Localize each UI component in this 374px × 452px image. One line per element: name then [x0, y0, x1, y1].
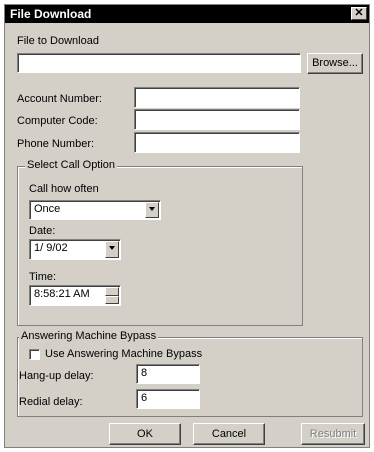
call-how-often-value: Once	[34, 203, 61, 215]
redial-delay-label: Redial delay:	[19, 396, 83, 408]
spin-down-icon[interactable]	[105, 295, 119, 304]
hangup-delay-label: Hang-up delay:	[19, 370, 94, 382]
date-label: Date:	[29, 225, 56, 237]
file-to-download-input[interactable]	[17, 53, 301, 73]
ok-button[interactable]: OK	[109, 423, 181, 445]
use-bypass-checkbox[interactable]	[29, 349, 40, 360]
file-download-dialog: File Download ✕ File to Download Browse.…	[4, 4, 370, 448]
phone-number-label: Phone Number:	[17, 138, 95, 150]
computer-code-label: Computer Code:	[17, 115, 98, 127]
browse-button[interactable]: Browse...	[307, 53, 363, 74]
dialog-title: File Download	[10, 7, 92, 21]
computer-code-input[interactable]	[134, 109, 300, 130]
time-spinner[interactable]: 8:58:21 AM	[29, 285, 121, 306]
spin-buttons[interactable]	[105, 287, 119, 304]
account-number-input[interactable]	[134, 87, 300, 108]
time-label: Time:	[29, 271, 57, 283]
hangup-delay-input[interactable]: 8	[136, 364, 200, 384]
bypass-legend: Answering Machine Bypass	[19, 330, 159, 342]
time-value: 8:58:21 AM	[34, 288, 90, 300]
chevron-down-icon[interactable]	[105, 241, 119, 258]
file-to-download-label: File to Download	[17, 35, 99, 47]
call-how-often-select[interactable]: Once	[29, 200, 161, 220]
spin-up-icon[interactable]	[105, 287, 119, 296]
resubmit-button[interactable]: Resubmit	[301, 423, 365, 445]
redial-delay-input[interactable]: 6	[136, 389, 200, 409]
call-option-legend: Select Call Option	[25, 159, 118, 171]
use-bypass-label: Use Answering Machine Bypass	[45, 348, 203, 360]
phone-number-input[interactable]	[134, 132, 300, 153]
account-number-label: Account Number:	[17, 93, 102, 105]
date-value: 1/ 9/02	[34, 242, 68, 254]
call-how-often-label: Call how often	[29, 183, 99, 195]
cancel-button[interactable]: Cancel	[193, 423, 265, 445]
title-bar: File Download ✕	[5, 5, 369, 23]
chevron-down-icon[interactable]	[145, 202, 159, 218]
date-picker[interactable]: 1/ 9/02	[29, 239, 121, 260]
close-icon[interactable]: ✕	[351, 7, 367, 20]
